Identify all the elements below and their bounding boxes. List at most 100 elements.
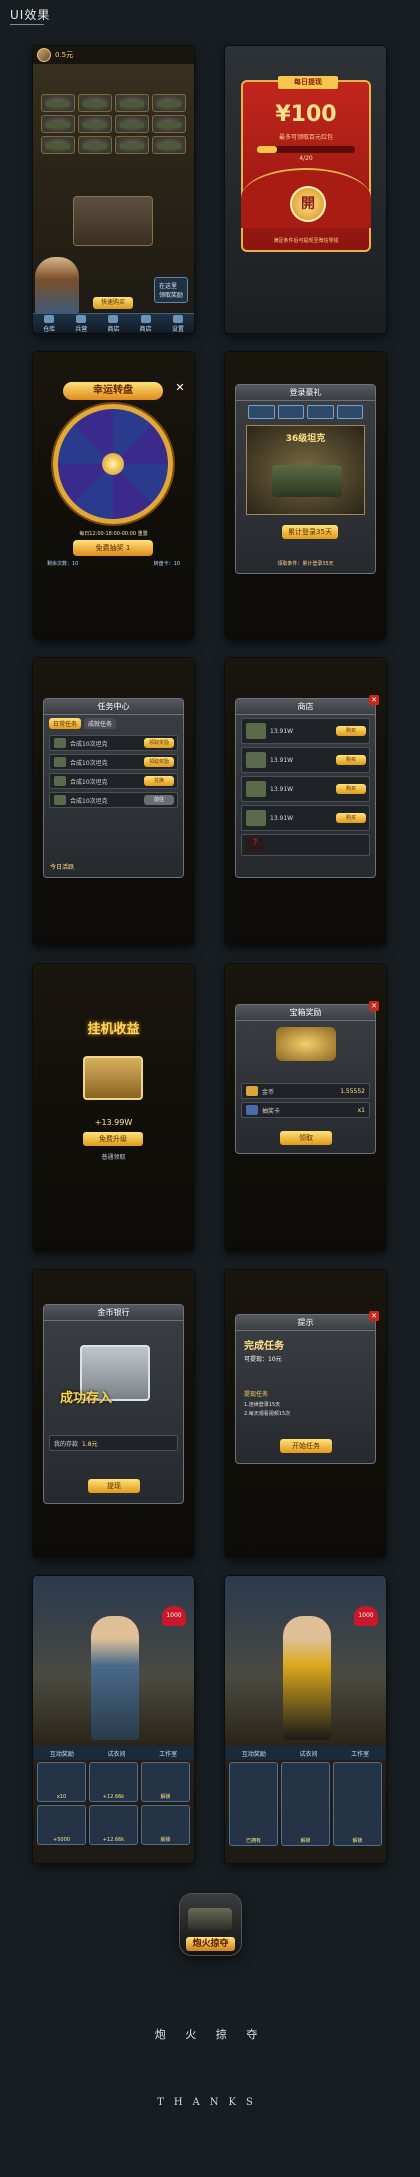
reward-name: 抽奖卡 <box>262 1107 281 1115</box>
task-action-button[interactable]: 兑换 <box>144 776 174 786</box>
tank-grid <box>41 94 186 154</box>
tank-slot[interactable] <box>78 94 112 112</box>
reward-cell[interactable]: +5000 <box>37 1805 86 1845</box>
reward-row: 金币 1.55552 <box>241 1083 370 1099</box>
tab-wardrobe[interactable]: 试衣间 <box>107 1749 125 1758</box>
nav-item[interactable]: 兵营 <box>69 314 93 333</box>
lightning-icon <box>54 738 66 748</box>
task-text: 合成10次坦克 <box>70 778 108 786</box>
avatar[interactable] <box>37 48 51 62</box>
wheel-cards: 转盘卡：10 <box>153 561 180 567</box>
start-task-button[interactable]: 开始任务 <box>280 1439 332 1453</box>
tank-slot[interactable] <box>115 94 149 112</box>
tank-slot[interactable] <box>152 94 186 112</box>
task-action-button[interactable]: 前往 <box>144 795 174 805</box>
bottom-nav: 仓库 兵营 商店 商店 设置 <box>33 313 194 333</box>
task-action-button[interactable]: 领取奖励 <box>144 757 174 767</box>
affection-heart[interactable]: 1000 <box>162 1606 186 1626</box>
coin-icon <box>246 1086 258 1096</box>
game-name: 炮 火 掠 夺 <box>154 2028 266 2041</box>
close-icon[interactable]: ✕ <box>369 1311 379 1321</box>
outfit-cell[interactable]: 已拥有 <box>229 1762 278 1846</box>
buy-button[interactable]: 购买 <box>336 755 366 765</box>
reward-cell[interactable]: 解锁 <box>141 1762 190 1802</box>
nav-icon <box>108 314 119 323</box>
nav-item[interactable]: 商店 <box>134 314 158 333</box>
task-text: 合成10次坦克 <box>70 797 108 805</box>
tank-slot[interactable] <box>41 136 75 154</box>
tank-factory[interactable] <box>73 196 153 246</box>
login-progress-button[interactable]: 累计登录35天 <box>282 525 338 539</box>
free-upgrade-button[interactable]: 免费升级 <box>83 1132 143 1146</box>
task-text: 合成10次坦克 <box>70 759 108 767</box>
nav-label: 设置 <box>171 325 184 333</box>
reward-cell-label: 解锁 <box>160 1794 171 1800</box>
task-row: 合成10次坦克 前往 <box>49 792 178 808</box>
tank-slot[interactable] <box>41 94 75 112</box>
shop-panel: 商店 ✕ 13.91W 购买 13.91W 购买 13.91W 购买 13.91W 购买… <box>235 695 379 878</box>
tank-slot[interactable] <box>115 136 149 154</box>
buy-button[interactable]: 购买 <box>336 784 366 794</box>
reward-cell-label: +12.66k <box>102 1794 125 1800</box>
tab-studio[interactable]: 工作室 <box>351 1749 369 1758</box>
close-icon[interactable]: ✕ <box>369 1001 379 1011</box>
outfit-cell[interactable]: 解锁 <box>281 1762 330 1846</box>
claim-button[interactable]: 领取 <box>280 1131 332 1145</box>
treasure-chest <box>83 1056 143 1100</box>
tip-headline: 完成任务 <box>244 1341 284 1352</box>
deposit-success-stamp: 成功存入 <box>60 1391 113 1406</box>
reward-cell[interactable]: +12.66k <box>89 1762 138 1802</box>
reward-thumb[interactable] <box>336 405 363 419</box>
normal-claim-link[interactable]: 普通领取 <box>33 1152 194 1161</box>
tab-achievement[interactable]: 成就任务 <box>84 718 117 729</box>
reward-thumb[interactable] <box>248 405 275 419</box>
wheel-stats: 剩余次数：10 转盘卡：10 <box>47 560 180 567</box>
free-spin-button[interactable]: 免费抽奖 1 <box>73 540 153 556</box>
reward-tip[interactable]: 在这里 领取奖励 <box>153 277 188 303</box>
envelope-subtitle: 最多可领取百元红包 <box>278 134 333 141</box>
tank-slot[interactable] <box>152 136 186 154</box>
character-figure[interactable] <box>283 1616 331 1740</box>
affection-heart[interactable]: 1000 <box>354 1606 378 1626</box>
tank-slot[interactable] <box>78 136 112 154</box>
open-button[interactable]: 開 <box>290 186 326 222</box>
tank-slot[interactable] <box>115 115 149 133</box>
tab-wardrobe[interactable]: 试衣间 <box>299 1749 317 1758</box>
close-icon[interactable]: ✕ <box>174 382 186 394</box>
reward-thumbnails <box>248 405 363 419</box>
reward-cell[interactable]: +12.66k <box>89 1805 138 1845</box>
buy-button[interactable]: 购买 <box>336 813 366 823</box>
nav-item[interactable]: 商店 <box>101 314 125 333</box>
shop-row: 13.91W 购买 <box>241 805 370 831</box>
withdraw-button[interactable]: 提现 <box>88 1479 140 1493</box>
tab-interact-rewards[interactable]: 互动奖励 <box>242 1749 266 1758</box>
task-action-button[interactable]: 领取奖励 <box>144 738 174 748</box>
nav-icon <box>172 314 183 323</box>
reward-thumb[interactable] <box>277 405 304 419</box>
task-text: 合成10次坦克 <box>70 740 108 748</box>
nav-item[interactable]: 设置 <box>166 314 190 333</box>
outfit-cell[interactable]: 解锁 <box>333 1762 382 1846</box>
tip-body: 完成任务 可提现：10元 提现任务 1.连续登录15天 2.每天观看视频15次 <box>236 1331 375 1423</box>
screen-task-center: 任务中心 日常任务 成就任务 合成10次坦克 领取奖励 合成10次坦克 领取奖励 合… <box>33 658 194 945</box>
quick-buy-button[interactable]: 快速购买 <box>93 297 133 309</box>
nav-item[interactable]: 仓库 <box>37 314 61 333</box>
character-figure[interactable] <box>91 1616 139 1740</box>
reward-thumb[interactable] <box>307 405 334 419</box>
character-portrait <box>35 257 79 313</box>
outfit-grid: 已拥有 解锁 解锁 <box>229 1762 382 1846</box>
tab-interact-rewards[interactable]: 互动奖励 <box>50 1749 74 1758</box>
reward-cell[interactable]: 解锁 <box>141 1805 190 1845</box>
tank-slot[interactable] <box>152 115 186 133</box>
price-text: 13.91W <box>270 814 294 822</box>
tab-daily[interactable]: 日常任务 <box>49 718 82 729</box>
wheel-pointer[interactable] <box>102 453 124 475</box>
buy-button[interactable]: 购买 <box>336 726 366 736</box>
reward-cell[interactable]: x10 <box>37 1762 86 1802</box>
price-text: 13.91W <box>270 785 294 793</box>
tab-studio[interactable]: 工作室 <box>159 1749 177 1758</box>
close-icon[interactable]: ✕ <box>369 695 379 705</box>
task-row: 合成10次坦克 领取奖励 <box>49 735 178 751</box>
tank-slot[interactable] <box>78 115 112 133</box>
tank-slot[interactable] <box>41 115 75 133</box>
